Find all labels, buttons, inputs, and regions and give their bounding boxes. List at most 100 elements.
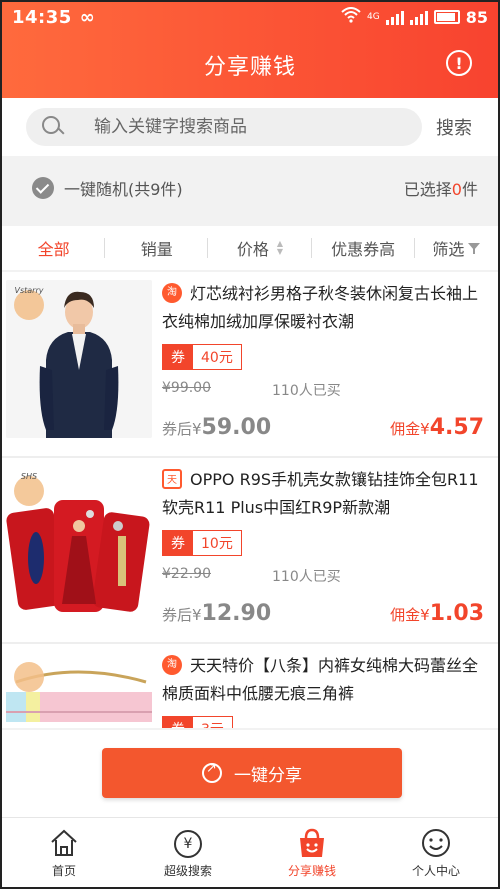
network-type: 4G — [367, 12, 380, 22]
coupon-badge: 券3元 — [162, 716, 233, 728]
coupon-badge: 券 10元 — [162, 530, 242, 556]
product-title[interactable]: 淘天天特价【八条】内裤女纯棉大码蕾丝全棉质面料中低腰无痕三角裤 — [162, 652, 490, 708]
info-button[interactable]: ! — [446, 50, 472, 76]
search-button[interactable]: 搜索 — [436, 114, 472, 140]
selected-suffix: 件 — [461, 180, 478, 199]
search-input[interactable] — [94, 117, 394, 137]
selected-prefix: 已选择 — [403, 180, 452, 199]
bottom-tab-bar: 首页 ¥ 超级搜索 分享赚钱 个人中心 — [2, 817, 498, 887]
commission-label: 佣金¥ — [390, 606, 430, 624]
tab-filter-label: 筛选 — [432, 240, 465, 259]
sold-count: 110人已买 — [272, 569, 341, 585]
original-price: ¥22.90 — [162, 566, 211, 582]
list-item[interactable]: 淘天天特价【八条】内裤女纯棉大码蕾丝全棉质面料中低腰无痕三角裤 券3元 — [2, 644, 498, 728]
coupon-tag: 券 — [163, 531, 193, 555]
share-button-label: 一键分享 — [234, 765, 302, 786]
after-coupon-price: 券后¥59.00 — [162, 415, 271, 440]
sort-arrows-icon: ▲ ▼ — [276, 239, 284, 256]
tab-share-earn-label: 分享赚钱 — [287, 864, 336, 878]
tab-sales[interactable]: 销量 — [105, 226, 209, 270]
selected-count-text: 已选择0件 — [404, 176, 478, 200]
signal-icon — [385, 9, 404, 25]
tab-price[interactable]: 价格 ▲ ▼ — [208, 226, 312, 270]
status-bar: 14:35 ∞ 4G 85 — [2, 2, 498, 32]
page-title: 分享赚钱 — [203, 55, 296, 80]
brand-badge — [14, 662, 44, 692]
title-bar: 分享赚钱 ! — [2, 32, 498, 98]
brand-badge-text: Vstarry — [14, 286, 44, 295]
coupon-badge: 券 40元 — [162, 344, 242, 370]
tab-profile-label: 个人中心 — [411, 864, 460, 878]
tab-coupon-label: 优惠券高 — [331, 240, 396, 259]
tab-all[interactable]: 全部 — [2, 226, 106, 270]
price-row: 券后¥12.90 佣金¥1.03 — [162, 601, 484, 626]
yen-search-icon: ¥ — [174, 830, 202, 858]
commission: 佣金¥4.57 — [390, 415, 484, 440]
tab-share-earn[interactable]: 分享赚钱 — [250, 818, 374, 887]
sold-count: 110人已买 — [272, 383, 341, 399]
smile-icon — [421, 828, 451, 858]
tmall-icon: 天 — [162, 468, 182, 489]
commission-value: 4.57 — [429, 415, 484, 440]
coupon-amount: 40元 — [201, 350, 233, 366]
product-image[interactable] — [6, 652, 152, 728]
search-icon — [42, 116, 64, 138]
status-time: 14:35 — [12, 6, 72, 28]
share-icon — [202, 761, 222, 783]
product-image[interactable]: SHS — [6, 466, 152, 624]
brand-badge: SHS — [14, 472, 44, 506]
product-meta: ¥99.00 110人已买 — [162, 380, 490, 400]
share-area: 一键分享 — [2, 730, 498, 820]
after-coupon-label: 券后¥ — [162, 606, 202, 624]
taobao-icon: 淘 — [162, 282, 182, 303]
product-title-text: 天天特价【八条】内裤女纯棉大码蕾丝全棉质面料中低腰无痕三角裤 — [162, 656, 479, 703]
tab-home[interactable]: 首页 — [2, 818, 126, 887]
tab-super-search[interactable]: ¥ 超级搜索 — [126, 818, 250, 887]
coupon-amount: 10元 — [201, 536, 233, 552]
tab-sales-label: 销量 — [140, 240, 173, 259]
brand-badge: Vstarry — [14, 286, 44, 320]
search-bar: 搜索 — [2, 98, 498, 156]
list-item[interactable]: Vstarry 淘灯芯绒衬衫男格子秋冬装休闲复古长袖上衣纯棉加绒加厚保暖衬衣潮 … — [2, 272, 498, 458]
home-icon — [49, 828, 79, 858]
tab-super-search-label: 超级搜索 — [163, 864, 212, 878]
phone-screen: 14:35 ∞ 4G 85 分享赚钱 ! 搜索 一键随机(共 — [0, 0, 500, 889]
product-title[interactable]: 天 OPPO R9S手机壳女款镶钻挂饰全包R11软壳R11 Plus中国红R9P新… — [162, 466, 490, 522]
product-list: Vstarry 淘灯芯绒衬衫男格子秋冬装休闲复古长袖上衣纯棉加绒加厚保暖衬衣潮 … — [2, 272, 498, 728]
infinity-icon: ∞ — [79, 6, 95, 28]
after-coupon-value: 59.00 — [201, 415, 272, 440]
tab-coupon[interactable]: 优惠券高 — [312, 226, 415, 270]
signal-icon-2 — [409, 9, 428, 25]
tab-profile[interactable]: 个人中心 — [374, 818, 498, 887]
battery-level: 85 — [465, 7, 488, 27]
product-info: 淘灯芯绒衬衫男格子秋冬装休闲复古长袖上衣纯棉加绒加厚保暖衬衣潮 券 40元 ¥99… — [162, 280, 490, 400]
random-select-label[interactable]: 一键随机(共9件) — [64, 176, 183, 200]
selected-count: 0 — [451, 180, 462, 199]
tab-home-label: 首页 — [51, 864, 76, 878]
coupon-tag: 券 — [163, 345, 193, 369]
coupon-tag: 券 — [163, 717, 193, 728]
tab-price-label: 价格 — [236, 240, 269, 259]
check-icon[interactable] — [32, 177, 54, 199]
after-coupon-value: 12.90 — [201, 601, 272, 626]
filter-tabs: 全部 销量 价格 ▲ ▼ 优惠券高 筛选 — [2, 226, 498, 270]
search-box[interactable] — [26, 108, 422, 146]
list-item[interactable]: SHS 天 OPPO R9S手机壳女款镶钻挂饰全包R11软壳R11 Plus中国红… — [2, 458, 498, 644]
tab-filter[interactable]: 筛选 — [415, 226, 498, 270]
product-image[interactable]: Vstarry — [6, 280, 152, 438]
shopping-bag-icon — [296, 828, 328, 858]
product-title[interactable]: 淘灯芯绒衬衫男格子秋冬装休闲复古长袖上衣纯棉加绒加厚保暖衬衣潮 — [162, 280, 490, 336]
taobao-icon: 淘 — [162, 654, 182, 675]
original-price: ¥99.00 — [162, 380, 211, 396]
one-click-share-button[interactable]: 一键分享 — [102, 748, 402, 798]
commission-value: 1.03 — [429, 601, 484, 626]
battery-icon — [433, 10, 460, 24]
after-coupon-label: 券后¥ — [162, 420, 202, 438]
product-title-text: OPPO R9S手机壳女款镶钻挂饰全包R11软壳R11 Plus中国红R9P新款… — [162, 470, 479, 517]
wifi-icon — [341, 7, 361, 27]
funnel-icon — [468, 242, 481, 254]
product-info: 天 OPPO R9S手机壳女款镶钻挂饰全包R11软壳R11 Plus中国红R9P新… — [162, 466, 490, 586]
product-info: 淘天天特价【八条】内裤女纯棉大码蕾丝全棉质面料中低腰无痕三角裤 券3元 — [162, 652, 490, 728]
status-icons: 4G 85 — [341, 7, 488, 27]
brand-badge-text: SHS — [20, 472, 38, 481]
